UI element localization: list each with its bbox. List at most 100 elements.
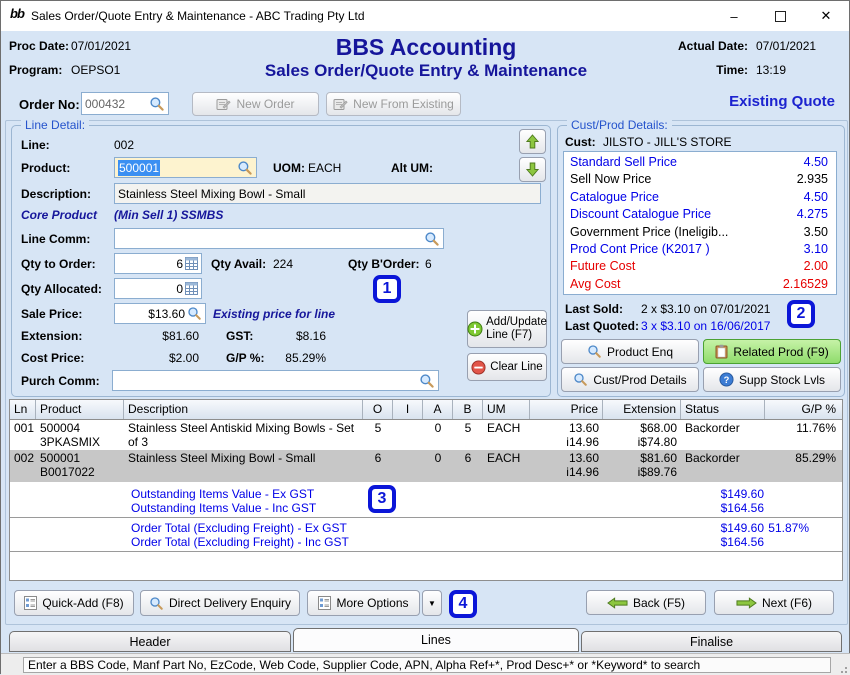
window-title: Sales Order/Quote Entry & Maintenance - … [31, 9, 365, 23]
price-row[interactable]: Discount Catalogue Price4.275 [564, 206, 836, 223]
last-sold-value: 2 x $3.10 on 07/01/2021 [641, 302, 770, 316]
table-row[interactable]: 001 5000043PKASMIX Stainless Steel Antis… [10, 420, 842, 450]
add-update-line-label: Add/UpdateLine (F7) [486, 316, 547, 342]
calculator-icon[interactable] [185, 282, 198, 295]
related-prod-label: Related Prod (F9) [733, 345, 828, 359]
cust-prod-details-label: Cust/Prod Details [593, 373, 686, 387]
quick-add-label: Quick-Add (F8) [42, 596, 123, 610]
clear-line-button[interactable]: Clear Line [467, 353, 547, 381]
resize-grip-icon[interactable] [840, 666, 848, 674]
order-no-value: 000432 [85, 97, 147, 111]
qty-to-order-input[interactable]: 6 [114, 253, 202, 274]
next-button[interactable]: Next (F6) [714, 590, 834, 615]
more-options-label: More Options [336, 596, 408, 610]
product-input[interactable]: 500001 [114, 157, 257, 178]
calculator-icon[interactable] [185, 257, 198, 270]
more-options-button[interactable]: More Options [307, 590, 420, 616]
arrow-left-icon [607, 597, 628, 609]
sale-price-input[interactable]: $13.60 [114, 303, 206, 324]
actual-date-value: 07/01/2021 [756, 39, 816, 53]
table-header-row: Ln Product Description O I A B UM Price … [10, 400, 842, 420]
price-row[interactable]: Standard Sell Price4.50 [564, 154, 836, 171]
actual-date-label: Actual Date: [621, 39, 748, 53]
direct-delivery-enquiry-label: Direct Delivery Enquiry [169, 596, 291, 610]
search-icon[interactable] [424, 231, 440, 247]
totals-gp-value: 51.87% [724, 521, 809, 535]
line-up-button[interactable] [519, 129, 546, 154]
product-enq-button[interactable]: Product Enq [561, 339, 699, 364]
description-input[interactable]: Stainless Steel Mixing Bowl - Small [114, 183, 541, 204]
uom-label: UOM: [273, 161, 305, 175]
line-comm-label: Line Comm: [21, 232, 90, 246]
qty-to-order-label: Qty to Order: [21, 257, 96, 271]
clear-line-label: Clear Line [490, 361, 542, 373]
cost-price-value: $2.00 [116, 351, 199, 365]
question-icon: ? [719, 372, 734, 387]
qty-allocated-label: Qty Allocated: [21, 282, 102, 296]
search-icon[interactable] [419, 373, 435, 389]
related-prod-button[interactable]: Related Prod (F9) [703, 339, 841, 364]
minimize-button[interactable]: – [711, 1, 757, 31]
back-button[interactable]: Back (F5) [586, 590, 706, 615]
cost-price-label: Cost Price: [21, 351, 84, 365]
price-row[interactable]: Prod Cont Price (K2017 )3.10 [564, 241, 836, 258]
order-mode-badge: Existing Quote [729, 93, 835, 110]
price-row[interactable]: Catalogue Price4.50 [564, 189, 836, 206]
new-from-existing-label: New From Existing [353, 97, 454, 111]
price-row[interactable]: Government Price (Ineligib...3.50 [564, 224, 836, 241]
time-value: 13:19 [756, 63, 786, 77]
more-options-dropdown-button[interactable]: ▼ [422, 590, 442, 616]
new-order-label: New Order [236, 97, 294, 111]
line-comm-input[interactable] [114, 228, 444, 249]
min-sell-note: (Min Sell 1) SSMBS [114, 208, 223, 222]
minus-icon [471, 360, 486, 375]
qty-allocated-input[interactable]: 0 [114, 278, 202, 299]
search-icon[interactable] [237, 160, 253, 176]
close-button[interactable]: ✕ [803, 1, 849, 31]
order-no-input[interactable]: 000432 [81, 92, 169, 115]
search-icon[interactable] [187, 306, 202, 321]
line-detail-legend: Line Detail: [21, 118, 89, 132]
line-down-button[interactable] [519, 157, 546, 182]
last-sold-label: Last Sold: [565, 302, 623, 316]
table-row-selected[interactable]: 002 500001B0017022 Stainless Steel Mixin… [10, 450, 842, 482]
maximize-icon [775, 11, 786, 22]
maximize-button[interactable] [757, 1, 803, 31]
new-order-icon [216, 98, 231, 111]
description-value: Stainless Steel Mixing Bowl - Small [118, 187, 305, 201]
cust-prod-details-button[interactable]: Cust/Prod Details [561, 367, 699, 392]
price-row[interactable]: Avg Cost2.16529 [564, 276, 836, 293]
qty-avail-value: 224 [273, 257, 293, 271]
sale-price-value: $13.60 [118, 307, 185, 321]
search-icon [573, 372, 588, 387]
price-row[interactable]: Sell Now Price2.935 [564, 171, 836, 188]
product-value: 500001 [118, 160, 160, 176]
tab-finalise[interactable]: Finalise [581, 631, 842, 652]
price-row[interactable]: Future Cost2.00 [564, 258, 836, 275]
line-value: 002 [114, 138, 134, 152]
order-no-label: Order No: [19, 97, 80, 112]
direct-delivery-enquiry-button[interactable]: Direct Delivery Enquiry [140, 590, 300, 616]
purch-comm-input[interactable] [112, 370, 439, 391]
new-from-existing-button[interactable]: New From Existing [326, 92, 461, 116]
line-label: Line: [21, 138, 50, 152]
arrow-right-icon [736, 597, 757, 609]
alt-um-label: Alt UM: [391, 161, 433, 175]
gst-value: $8.16 [261, 329, 326, 343]
search-hint-field[interactable]: Enter a BBS Code, Manf Part No, EzCode, … [23, 657, 831, 673]
time-label: Time: [621, 63, 748, 77]
totals-divider [10, 551, 842, 552]
svg-text:?: ? [724, 375, 730, 385]
qty-border-value: 6 [425, 257, 432, 271]
totals-label: Outstanding Items Value - Ex GST [131, 487, 314, 501]
order-lines-table: Ln Product Description O I A B UM Price … [9, 399, 843, 581]
quick-add-button[interactable]: Quick-Add (F8) [14, 590, 134, 616]
tab-header[interactable]: Header [9, 631, 291, 652]
supp-stock-lvls-button[interactable]: ? Supp Stock Lvls [703, 367, 841, 392]
search-icon[interactable] [149, 96, 165, 112]
new-order-button[interactable]: New Order [192, 92, 319, 116]
tab-lines[interactable]: Lines [293, 628, 579, 652]
annotation-badge-1: 1 [373, 275, 401, 303]
add-update-line-button[interactable]: Add/UpdateLine (F7) [467, 310, 547, 348]
chevron-down-icon: ▼ [428, 599, 436, 608]
